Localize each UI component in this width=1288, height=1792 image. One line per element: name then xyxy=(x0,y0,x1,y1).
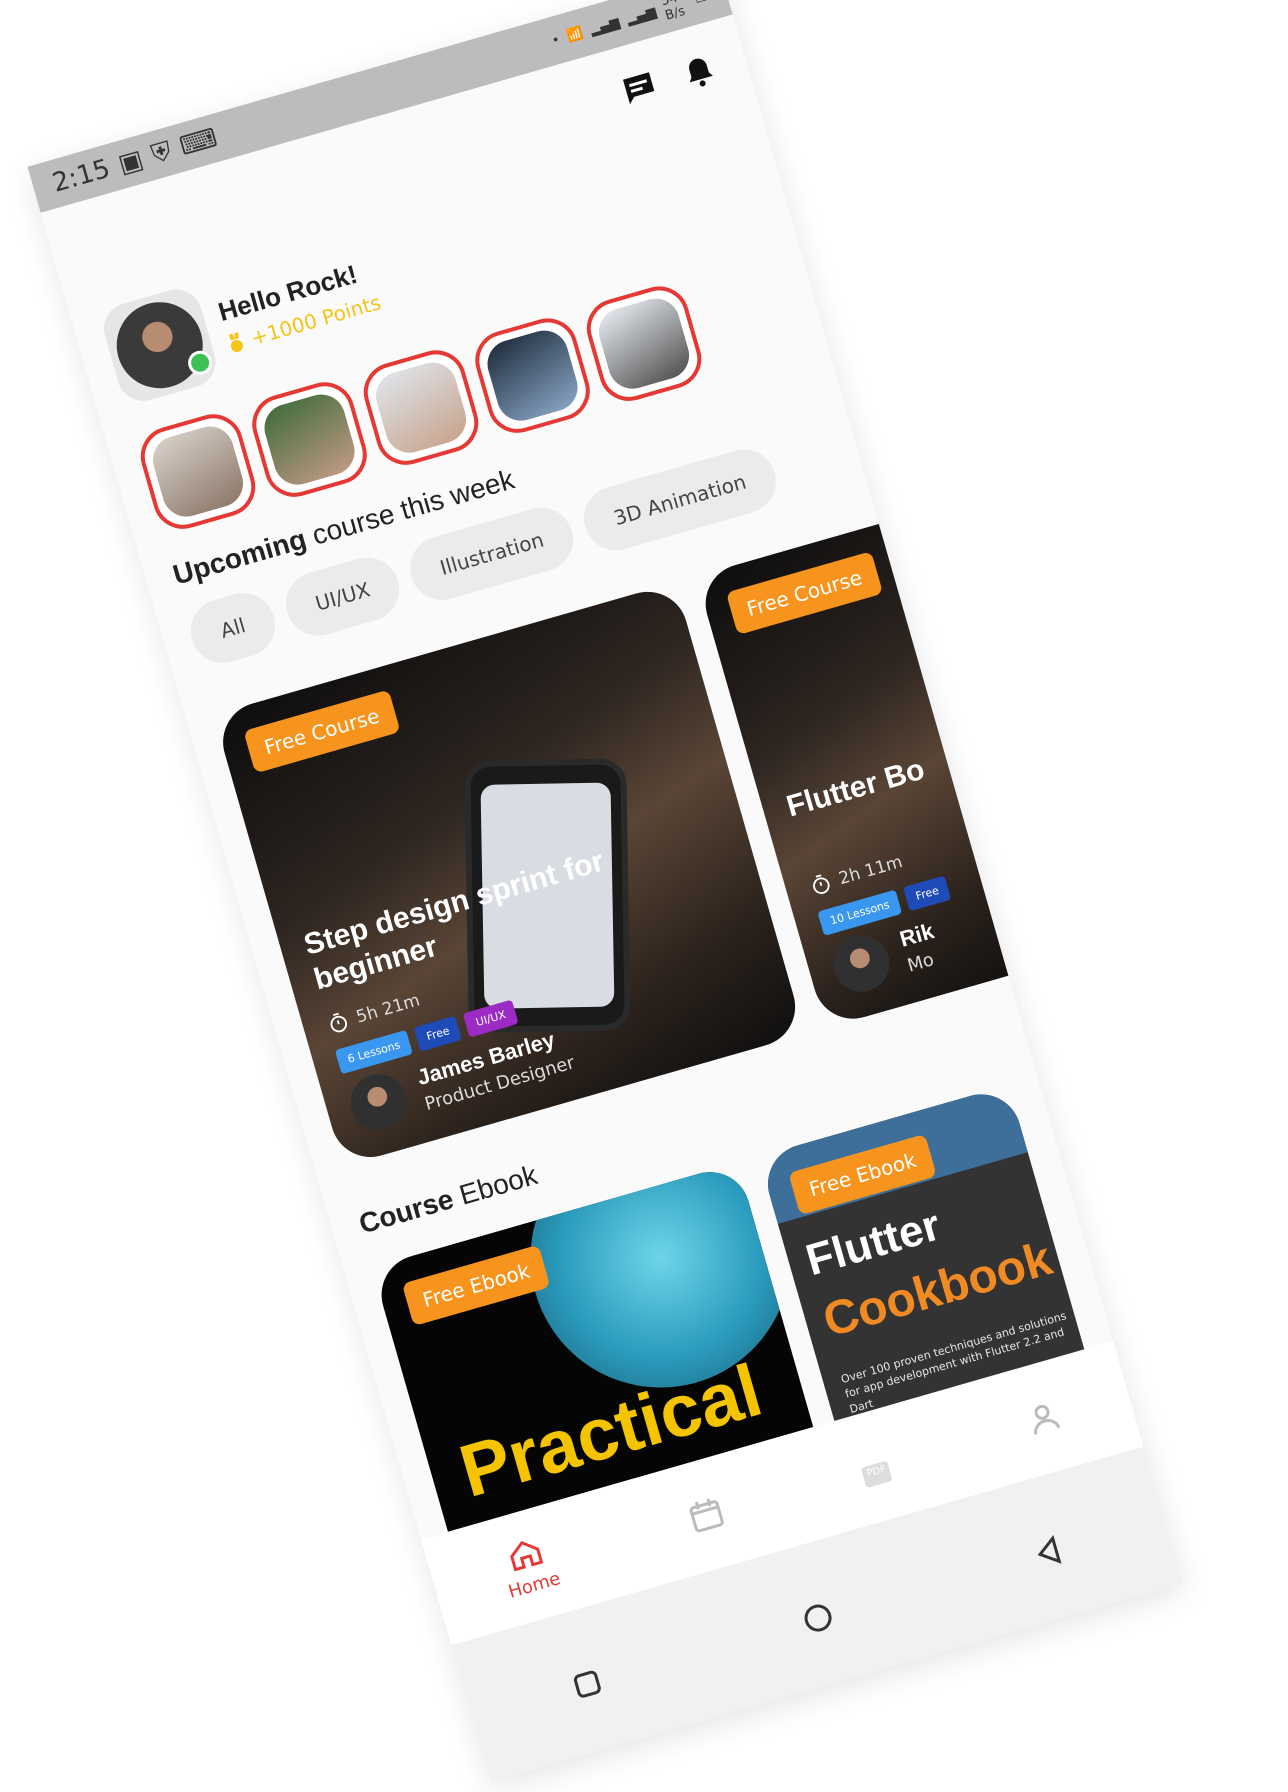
free-tag: Free xyxy=(903,875,952,912)
medal-icon xyxy=(228,331,243,352)
bell-icon[interactable] xyxy=(677,50,722,95)
author-avatar xyxy=(826,929,897,999)
author-role: Mo xyxy=(904,948,937,977)
header-actions xyxy=(617,50,721,112)
home-button[interactable] xyxy=(796,1596,841,1641)
course-title: Flutter Bo xyxy=(782,752,929,824)
story-item[interactable] xyxy=(468,311,597,440)
dot-icon: • xyxy=(550,31,562,49)
author-name: Rik xyxy=(896,917,937,952)
nav-pdf[interactable]: PDF xyxy=(855,1451,895,1487)
chip-uiux[interactable]: UI/UX xyxy=(278,549,408,644)
story-item[interactable] xyxy=(356,343,486,472)
nav-profile[interactable] xyxy=(1022,1396,1067,1441)
avatar-photo xyxy=(106,292,213,399)
free-ebook-badge: Free Ebook xyxy=(401,1244,551,1327)
timer-icon xyxy=(813,874,830,894)
nav-home[interactable]: Home xyxy=(495,1529,563,1602)
free-course-badge: Free Course xyxy=(243,689,401,774)
chip-3d-animation[interactable]: 3D Animation xyxy=(576,441,784,558)
story-item[interactable] xyxy=(245,375,374,504)
laptop-icon: ⌨ xyxy=(176,123,221,163)
story-item[interactable] xyxy=(133,407,263,536)
shield-icon: ⛨ xyxy=(147,135,175,170)
back-button[interactable] xyxy=(1027,1530,1072,1575)
nav-calendar[interactable] xyxy=(684,1493,729,1538)
timer-icon xyxy=(330,1012,348,1033)
author-avatar xyxy=(344,1067,414,1137)
main-content: Hello Rock! +1000 Points Upcoming course… xyxy=(40,14,1183,1782)
avatar[interactable] xyxy=(97,283,222,408)
wifi-icon: 📶 xyxy=(565,25,585,45)
status-time: 2:15 xyxy=(49,153,114,199)
home-icon xyxy=(510,1540,544,1571)
chat-icon[interactable] xyxy=(617,67,662,112)
app-icon: ▣ xyxy=(114,144,147,180)
course-card[interactable]: Free Course Step design sprint for begin… xyxy=(213,582,805,1167)
calendar-icon xyxy=(689,1498,724,1533)
network-speed: 544B/s xyxy=(659,0,687,24)
battery-icon: ▭ xyxy=(693,0,709,7)
signal-icon: ▂▄▆ xyxy=(588,14,622,38)
story-item[interactable] xyxy=(579,279,709,408)
free-course-badge: Free Course xyxy=(725,551,883,636)
free-tag: Free xyxy=(413,1015,463,1052)
profile-icon xyxy=(1034,1404,1061,1435)
recents-button[interactable] xyxy=(565,1662,610,1707)
phone-screen: 2:15 ▣ ⛨ ⌨ • 📶 ▂▄▆ ▂▄▆ 544B/s ▭ xyxy=(27,0,1183,1782)
signal-icon-2: ▂▄▆ xyxy=(624,4,658,28)
chip-all[interactable]: All xyxy=(183,585,283,671)
